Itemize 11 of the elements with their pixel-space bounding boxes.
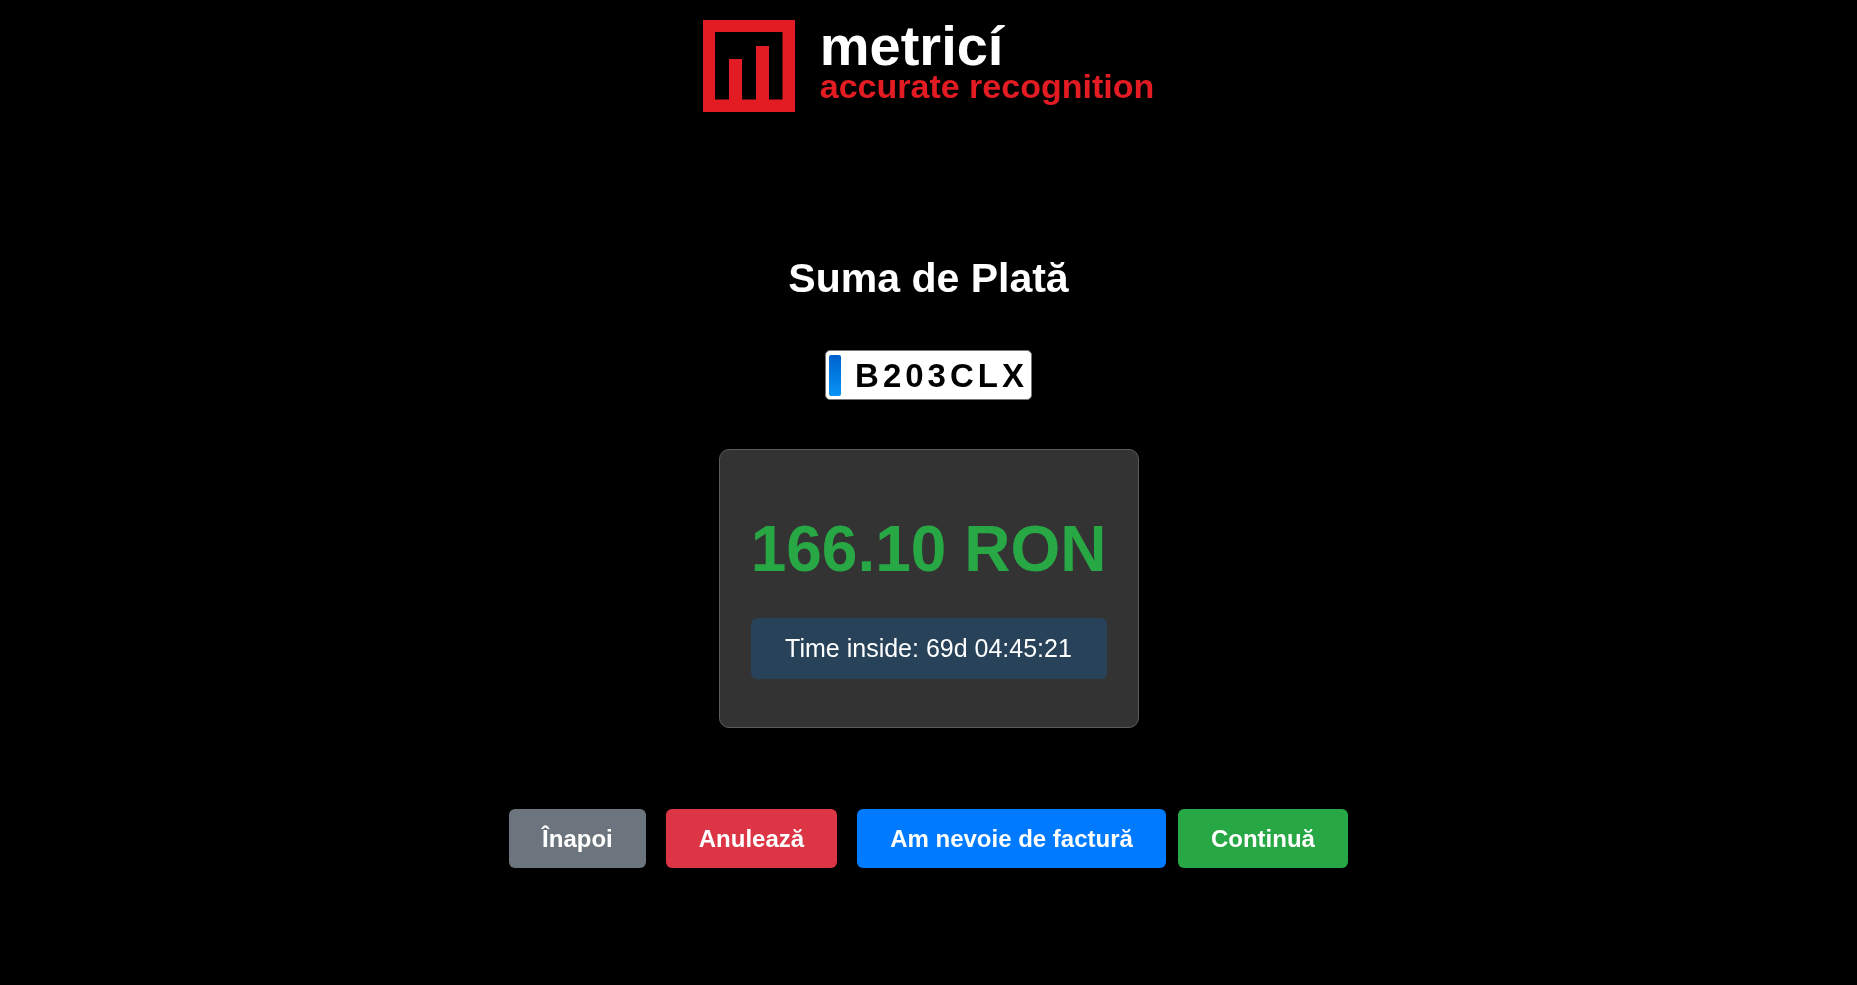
continue-button[interactable]: Continuă <box>1177 809 1348 869</box>
plate-band-icon <box>829 354 842 396</box>
brand-name: metricí <box>819 21 1005 71</box>
page-title: Suma de Plată <box>788 254 1069 303</box>
cancel-button[interactable]: Anulează <box>665 809 838 869</box>
invoice-button[interactable]: Am nevoie de factură <box>857 809 1166 869</box>
back-button[interactable]: Înapoi <box>509 809 646 869</box>
amount-due: 166.10 RON <box>750 512 1107 588</box>
time-inside-panel: Time inside: 69d 04:45:21 <box>750 618 1107 680</box>
plate-number: B203CLX <box>855 358 1028 392</box>
logo-mark-icon <box>702 20 795 112</box>
